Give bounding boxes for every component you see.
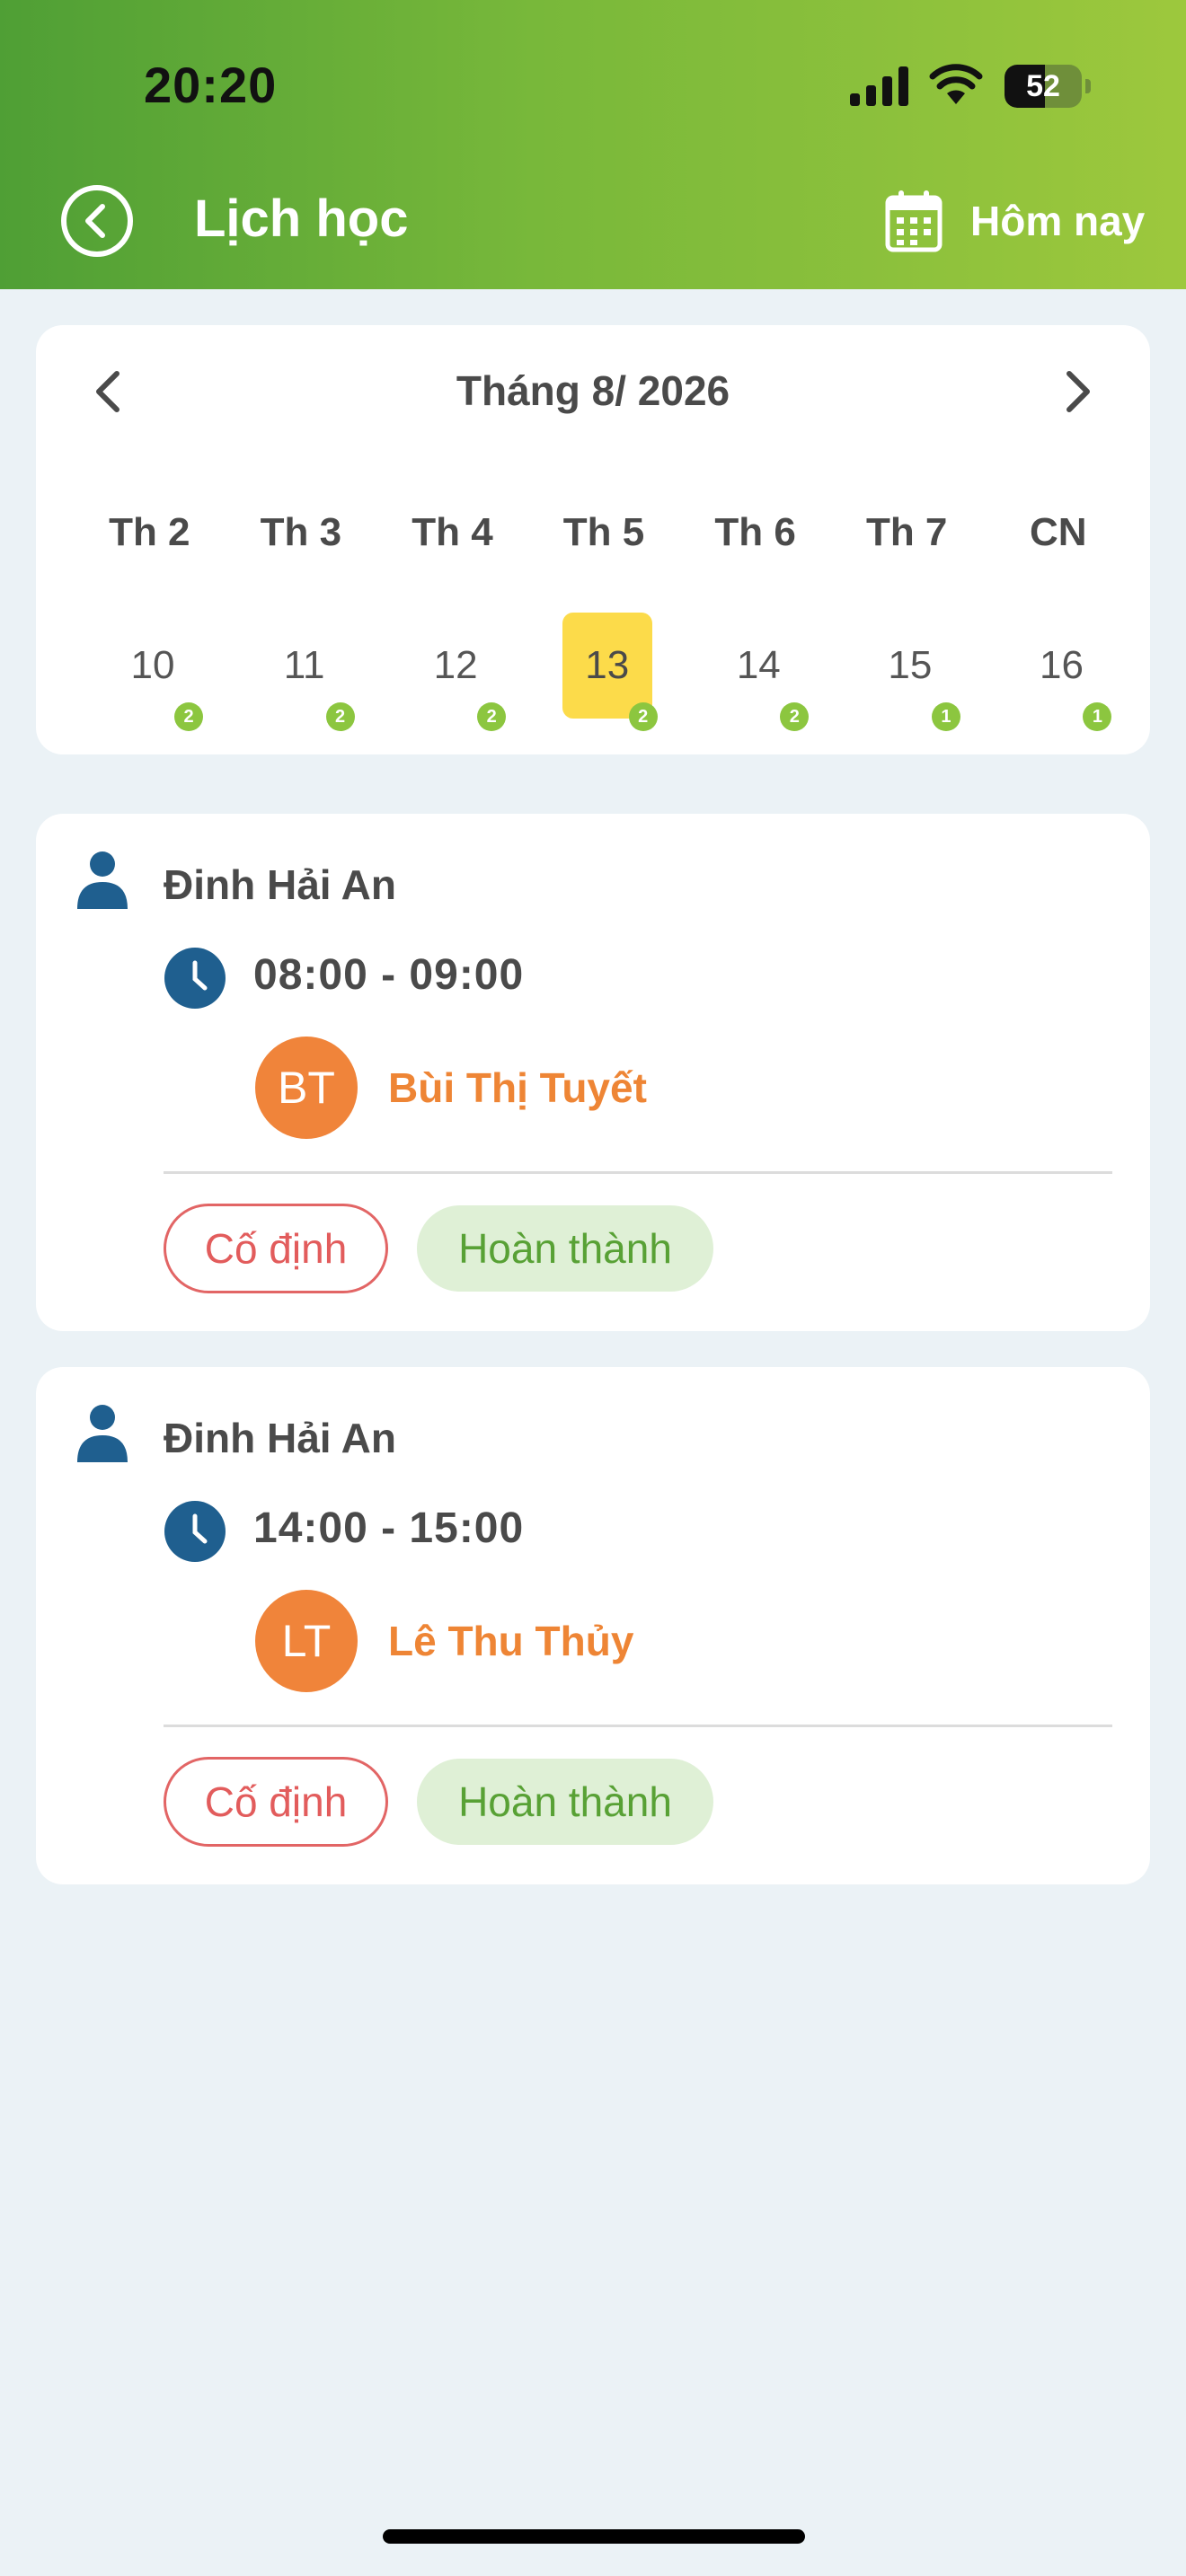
- session-count-badge: 2: [477, 702, 507, 731]
- battery-cap: [1085, 79, 1091, 93]
- calendar-icon: [885, 190, 943, 252]
- schedule-type-tag: Cố định: [164, 1204, 388, 1293]
- session-count-badge: 2: [174, 702, 203, 731]
- session-time: 08:00 - 09:00: [253, 951, 525, 999]
- schedule-type-tag: Cố định: [164, 1757, 388, 1847]
- session-count-badge: 2: [628, 702, 658, 731]
- week-calendar: Tháng 8/ 2026 Th 2 Th 3 Th 4 Th 5 Th 6 T…: [36, 325, 1150, 754]
- weekday-label: Th 5: [562, 510, 645, 554]
- day-cell[interactable]: 12 2: [376, 613, 528, 731]
- teacher-name: Bùi Thị Tuyết: [388, 1064, 647, 1111]
- session-count-badge: 2: [780, 702, 810, 731]
- day-cell[interactable]: 15 1: [831, 613, 983, 731]
- today-button[interactable]: Hôm nay: [884, 185, 1145, 257]
- home-indicator: [383, 2529, 805, 2544]
- student-name: Đinh Hải An: [164, 861, 396, 908]
- weekday-label: Th 6: [714, 510, 796, 554]
- divider: [164, 1725, 1112, 1727]
- battery-icon: 52: [1005, 65, 1082, 108]
- weekday-header: Th 2 Th 3 Th 4 Th 5 Th 6 Th 7 CN: [74, 510, 1134, 555]
- day-cell[interactable]: 10 2: [74, 613, 226, 731]
- student-name: Đinh Hải An: [164, 1415, 396, 1461]
- day-cell-selected[interactable]: 13 2: [528, 613, 680, 731]
- weekday-label: Th 3: [260, 510, 342, 554]
- teacher-avatar: BT: [255, 1037, 358, 1139]
- wifi-icon: [929, 64, 983, 104]
- session-card[interactable]: Đinh Hải An 14:00 - 15:00 LT Lê Thu Thủy…: [36, 1367, 1150, 1884]
- day-cell[interactable]: 11 2: [226, 613, 377, 731]
- session-count-badge: 1: [1083, 702, 1112, 731]
- weekday-label: Th 7: [865, 510, 948, 554]
- session-count-badge: 2: [325, 702, 355, 731]
- divider: [164, 1171, 1112, 1174]
- day-row: 10 2 11 2 12 2 13 2 14 2 15 1 16 1: [74, 613, 1134, 731]
- today-label: Hôm nay: [970, 198, 1146, 244]
- back-button[interactable]: [59, 183, 135, 259]
- status-badge: Hoàn thành: [417, 1205, 713, 1292]
- teacher-avatar: LT: [255, 1590, 358, 1692]
- clock-icon: [164, 1501, 226, 1562]
- month-label: Tháng 8/ 2026: [456, 367, 730, 414]
- day-cell[interactable]: 16 1: [982, 613, 1134, 731]
- next-month-button[interactable]: [1049, 365, 1103, 419]
- app-header: 20:20 52 Lịch học Hôm nay: [0, 0, 1186, 289]
- person-icon: [77, 851, 128, 909]
- weekday-label: Th 4: [412, 510, 493, 554]
- teacher-name: Lê Thu Thủy: [388, 1618, 634, 1664]
- session-card[interactable]: Đinh Hải An 08:00 - 09:00 BT Bùi Thị Tuy…: [36, 814, 1150, 1331]
- status-badge: Hoàn thành: [417, 1759, 713, 1845]
- battery-level: 52: [1026, 68, 1060, 103]
- page-title: Lịch học: [194, 190, 409, 248]
- weekday-label: CN: [1029, 510, 1087, 554]
- cellular-signal-icon: [850, 66, 908, 106]
- session-count-badge: 1: [931, 702, 960, 731]
- day-cell[interactable]: 14 2: [679, 613, 831, 731]
- weekday-label: Th 2: [109, 510, 190, 554]
- session-time: 14:00 - 15:00: [253, 1504, 525, 1552]
- clock-icon: [164, 948, 226, 1009]
- person-icon: [77, 1405, 128, 1462]
- status-time: 20:20: [144, 57, 278, 113]
